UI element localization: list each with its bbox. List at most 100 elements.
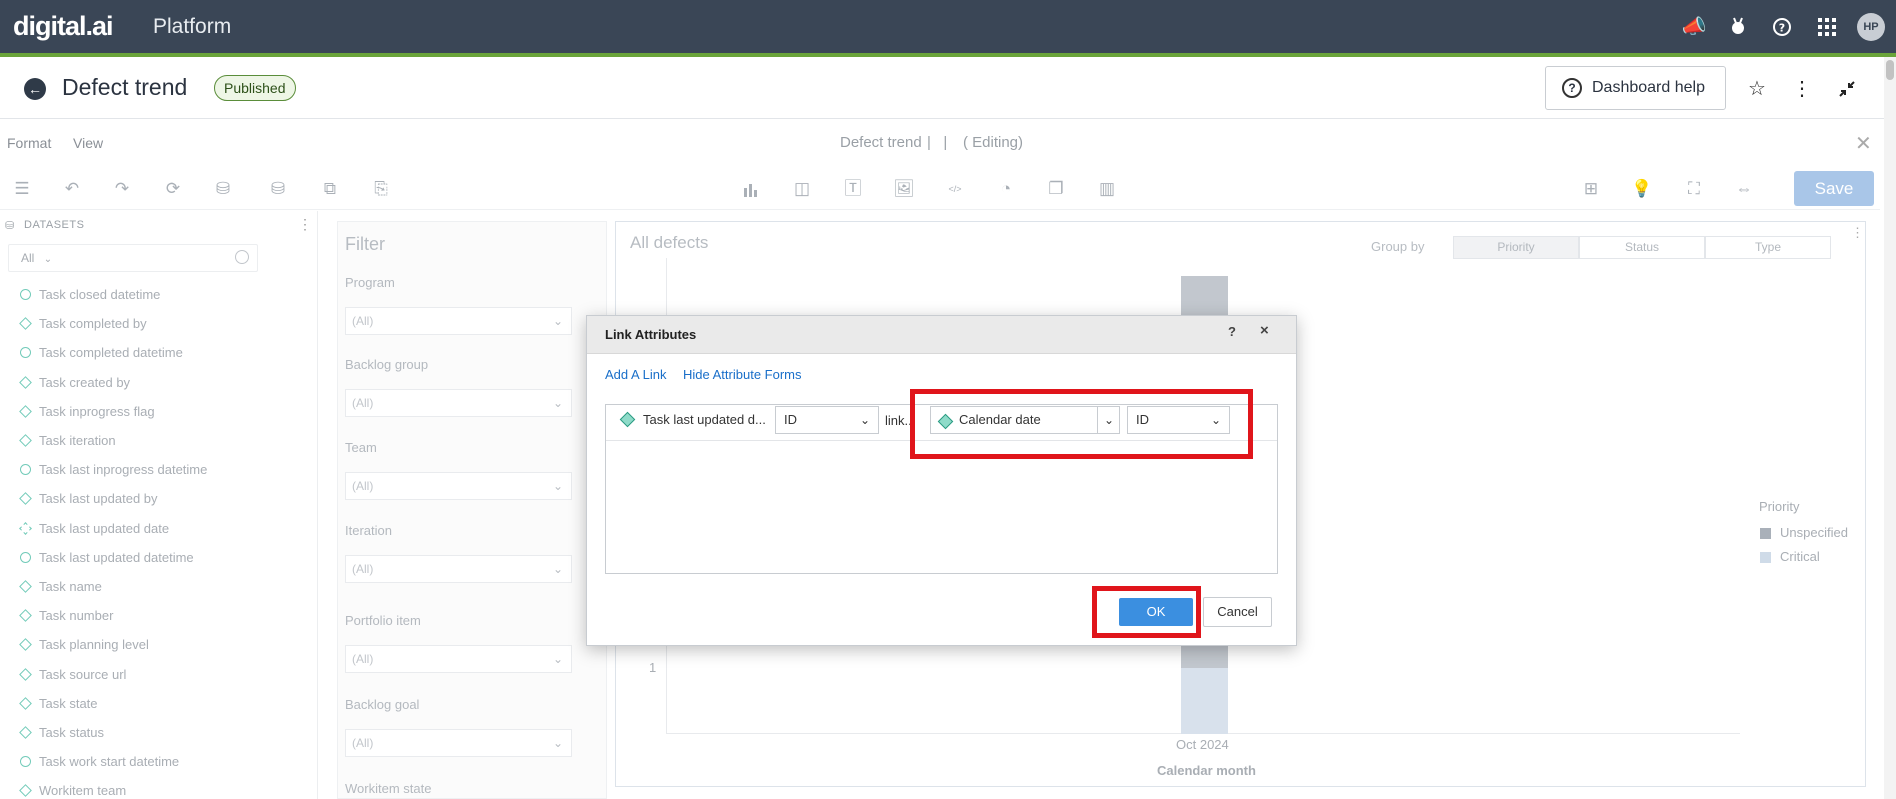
chart-icon[interactable] <box>738 176 764 202</box>
chevron-down-icon[interactable]: ⌄ <box>44 254 52 265</box>
chart-menu-icon[interactable]: ⋮ <box>1851 225 1864 241</box>
source-attribute[interactable]: Task last updated d... <box>643 412 766 427</box>
shape-icon[interactable]: ◔ <box>993 176 1019 202</box>
layout-icon[interactable]: ▥ <box>1094 176 1120 202</box>
bar-critical[interactable] <box>1181 668 1228 734</box>
filter-select[interactable]: (All) ⌄ <box>345 555 572 583</box>
question-circle-icon: ? <box>1562 78 1582 98</box>
dataset-item[interactable]: Task last updated datetime <box>18 548 308 568</box>
dataset-icon[interactable]: ⛁ <box>210 176 236 202</box>
filter-select[interactable]: (All) ⌄ <box>345 645 572 673</box>
filter-panel-icon[interactable]: ◫ <box>789 176 815 202</box>
datasets-filter-value: All <box>21 251 35 265</box>
filter-select-value: (All) <box>352 562 374 576</box>
dataset-item[interactable]: Task last inprogress datetime <box>18 460 308 480</box>
group-by-type[interactable]: Type <box>1705 236 1831 259</box>
dataset-item[interactable]: Task created by <box>18 373 308 393</box>
dataset-item[interactable]: Task completed datetime <box>18 343 308 363</box>
dataset-item[interactable]: Task completed by <box>18 314 308 334</box>
menu-view[interactable]: View <box>73 135 103 151</box>
dataset-item-label: Task work start datetime <box>39 754 180 770</box>
source-form-select[interactable]: ID ⌄ <box>775 406 879 434</box>
dataset-item-label: Task planning level <box>39 637 149 653</box>
toc-icon[interactable]: ☰ <box>9 176 35 202</box>
dataset-item[interactable]: Task planning level <box>18 635 308 655</box>
x-axis-label: Calendar month <box>1157 763 1256 778</box>
dataset-item[interactable]: Task work start datetime <box>18 752 308 772</box>
dialog-close-icon[interactable]: × <box>1260 322 1269 339</box>
focus-icon[interactable]: ⛶ <box>1681 176 1707 202</box>
help-icon[interactable]: ? <box>1769 14 1795 40</box>
scrollbar-thumb[interactable] <box>1886 60 1894 80</box>
attribute-icon <box>19 580 32 593</box>
dataset-item[interactable]: Task last updated by <box>18 489 308 509</box>
dashboard-help-label: Dashboard help <box>1592 79 1705 96</box>
legend-title: Priority <box>1759 499 1800 514</box>
filter-field-label: Program <box>345 275 395 290</box>
close-editor-icon[interactable]: ✕ <box>1855 131 1872 156</box>
dataset-item[interactable]: Task status <box>18 723 308 743</box>
responsive-icon[interactable]: ⇔ <box>1731 176 1757 202</box>
refresh-icon[interactable]: ⟳ <box>160 176 186 202</box>
dataset-item[interactable]: Task iteration <box>18 431 308 451</box>
apps-grid-icon[interactable] <box>1814 14 1840 40</box>
new-page-icon[interactable]: ⎘ <box>368 176 394 202</box>
group-by-priority[interactable]: Priority <box>1453 236 1579 259</box>
undo-icon[interactable]: ↶ <box>59 176 85 202</box>
datasets-menu-icon[interactable]: ⋮ <box>298 216 312 233</box>
back-arrow-icon[interactable]: ← <box>24 78 46 100</box>
html-icon[interactable]: </> <box>942 176 968 202</box>
megaphone-icon[interactable]: 📣 <box>1681 14 1707 40</box>
award-icon[interactable] <box>1725 14 1751 40</box>
text-icon[interactable]: 🅃 <box>840 176 866 202</box>
legend-swatch <box>1760 552 1771 563</box>
dataset-item-label: Task last updated by <box>39 491 158 507</box>
filter-select-value: (All) <box>352 652 374 666</box>
dashboard-help-button[interactable]: ? Dashboard help <box>1545 66 1726 110</box>
source-form-value: ID <box>784 412 797 427</box>
star-icon[interactable]: ☆ <box>1744 76 1770 102</box>
title-separator: | | <box>927 134 948 151</box>
dataset-item[interactable]: Task number <box>18 606 308 626</box>
filter-select[interactable]: (All) ⌄ <box>345 472 572 500</box>
clock-icon <box>20 289 31 300</box>
insights-icon[interactable]: 💡 <box>1629 176 1655 202</box>
filter-select[interactable]: (All) ⌄ <box>345 307 572 335</box>
filter-field-label: Backlog goal <box>345 697 420 712</box>
dataset-item-label: Task last updated datetime <box>39 549 194 565</box>
collapse-icon[interactable] <box>1834 76 1860 102</box>
dataset-item-label: Task number <box>39 608 114 624</box>
user-avatar[interactable]: HP <box>1857 13 1885 41</box>
dataset-item[interactable]: Task last updated date <box>18 519 308 539</box>
save-button[interactable]: Save <box>1794 171 1874 206</box>
filter-select[interactable]: (All) ⌄ <box>345 729 572 757</box>
cancel-button[interactable]: Cancel <box>1203 597 1272 627</box>
add-dataset-icon[interactable]: ⛁ <box>265 176 291 202</box>
group-by-label: Group by <box>1371 239 1425 254</box>
redo-icon[interactable]: ↷ <box>109 176 135 202</box>
page-scrollbar[interactable] <box>1884 57 1896 799</box>
dataset-item-label: Task completed by <box>39 316 147 332</box>
dataset-item[interactable]: Task inprogress flag <box>18 402 308 422</box>
dialog-help-icon[interactable]: ? <box>1228 324 1236 339</box>
filter-select[interactable]: (All) ⌄ <box>345 389 572 417</box>
hide-attribute-forms-link[interactable]: Hide Attribute Forms <box>683 367 802 382</box>
database-icon: ⛁ <box>5 220 15 232</box>
menu-format[interactable]: Format <box>7 135 51 151</box>
add-page-icon[interactable]: ⧉ <box>317 176 343 202</box>
layout-grid-icon[interactable]: ⊞ <box>1578 176 1604 202</box>
dataset-item[interactable]: Task name <box>18 577 308 597</box>
dataset-item[interactable]: Task source url <box>18 665 308 685</box>
more-vertical-icon[interactable]: ⋮ <box>1789 76 1815 102</box>
container-icon[interactable]: ❐ <box>1043 176 1069 202</box>
filter-field-label: Backlog group <box>345 357 429 372</box>
dataset-item[interactable]: Task state <box>18 694 308 714</box>
filter-field-label: Team <box>345 440 377 455</box>
add-link-link[interactable]: Add A Link <box>605 367 666 382</box>
datasets-search-input[interactable]: All ⌄ <box>8 244 258 272</box>
group-by-status[interactable]: Status <box>1579 236 1705 259</box>
dataset-item[interactable]: Workitem team <box>18 781 308 799</box>
chevron-down-icon: ⌄ <box>859 413 870 427</box>
image-icon[interactable]: 🖼 <box>891 176 917 202</box>
dataset-item[interactable]: Task closed datetime <box>18 285 308 305</box>
